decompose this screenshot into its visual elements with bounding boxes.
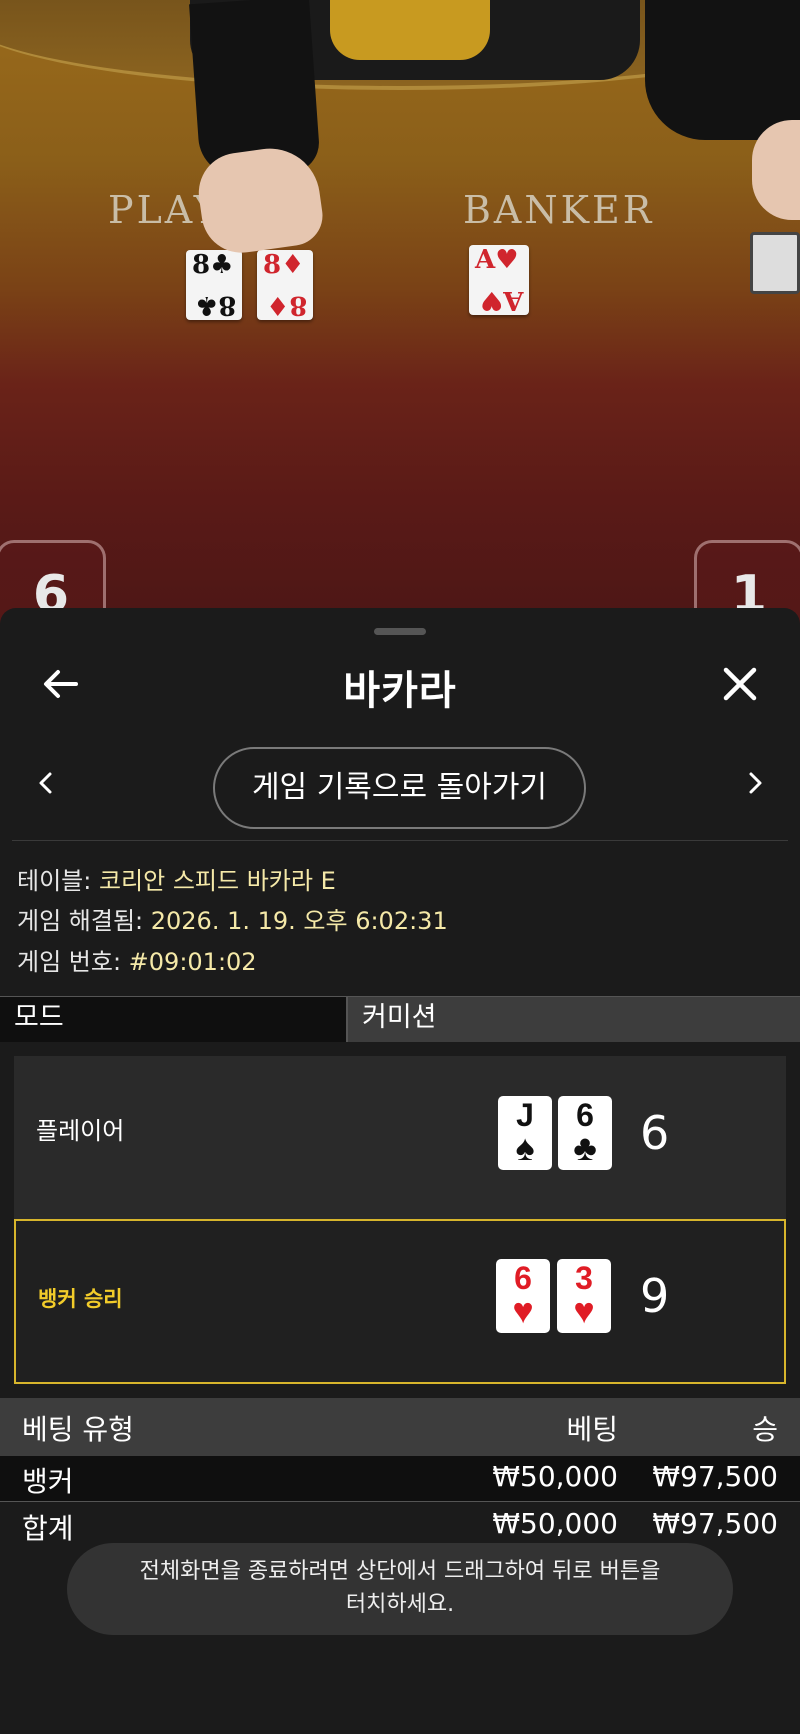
game-number-label: 게임 번호:	[17, 948, 129, 976]
game-number-value: #09:01:02	[128, 948, 257, 976]
banker-card-1: 6 ♥	[496, 1259, 550, 1333]
previous-game-button[interactable]	[25, 758, 65, 808]
back-to-history-button[interactable]: 게임 기록으로 돌아가기	[213, 747, 586, 829]
fullscreen-exit-toast: 전체화면을 종료하려면 상단에서 드래그하여 뒤로 버튼을 터치하세요.	[67, 1543, 733, 1635]
close-button[interactable]	[710, 654, 770, 714]
banker-card-2: 3 ♥	[557, 1259, 611, 1333]
table-banker-label: BANKER	[463, 188, 655, 232]
divider	[12, 840, 788, 841]
player-result-label: 플레이어	[36, 1117, 125, 1145]
card-shoe	[750, 232, 800, 294]
mode-label: 모드	[0, 997, 348, 1042]
sheet-title: 바카라	[343, 668, 457, 714]
mode-row: 모드 커미션	[0, 996, 800, 1042]
live-player-card-2: 8♦ 8♦	[257, 250, 313, 320]
total-label: 합계	[22, 1512, 74, 1545]
table-row: 뱅커 ₩50,000 ₩97,500	[0, 1456, 800, 1502]
bet-row-amount: ₩50,000	[492, 1460, 618, 1493]
chevron-right-icon	[749, 772, 762, 794]
mode-value: 커미션	[348, 997, 800, 1042]
banker-result: 뱅커 승리 6 ♥ 3 ♥ 9	[14, 1219, 786, 1384]
toast-line-1: 전체화면을 종료하려면 상단에서 드래그하여 뒤로 버튼을	[139, 1559, 661, 1584]
resolved-info: 게임 해결됨: 2026. 1. 19. 오후 6:02:31	[17, 901, 448, 936]
player-card-1: J ♠	[498, 1096, 552, 1170]
chevron-left-icon	[39, 772, 52, 794]
table-info-value: 코리안 스피드 바카라 E	[98, 867, 336, 895]
resolved-info-label: 게임 해결됨:	[17, 907, 151, 935]
resolved-info-value: 2026. 1. 19. 오후 6:02:31	[150, 907, 448, 935]
sheet-grabber[interactable]	[374, 628, 426, 635]
next-game-button[interactable]	[736, 758, 776, 808]
total-bet: ₩50,000	[492, 1507, 618, 1540]
header-bet: 베팅	[566, 1413, 618, 1446]
player-card-2: 6 ♣	[558, 1096, 612, 1170]
table-info: 테이블: 코리안 스피드 바카라 E	[17, 861, 336, 896]
bet-row-win: ₩97,500	[652, 1460, 778, 1493]
dealer-vest	[330, 0, 490, 60]
player-result: 플레이어 J ♠ 6 ♣ 6	[14, 1056, 786, 1221]
banker-result-label: 뱅커 승리	[38, 1287, 123, 1311]
dealer-hand-right	[752, 120, 800, 220]
game-number-info: 게임 번호: #09:01:02	[17, 942, 257, 977]
toast-line-2: 터치하세요.	[345, 1592, 455, 1617]
live-banker-card-1: A♥ A♥	[469, 245, 529, 315]
bet-row-type: 뱅커	[22, 1465, 74, 1498]
header-win: 승	[752, 1413, 778, 1446]
banker-result-score: 9	[640, 1269, 670, 1323]
game-history-sheet: 바카라 게임 기록으로 돌아가기 테이블: 코리안 스피드 바카라 E 게임 해…	[0, 608, 800, 1734]
dealer-arm-right	[645, 0, 800, 140]
table-info-label: 테이블:	[17, 867, 99, 895]
total-win: ₩97,500	[652, 1507, 778, 1540]
live-video: PLAYER BANKER 8♣ 8♣ 8♦ 8♦ A♥ A♥ 6 1	[0, 0, 800, 640]
close-icon	[723, 667, 757, 701]
player-result-score: 6	[640, 1106, 670, 1160]
live-player-card-1: 8♣ 8♣	[186, 250, 242, 320]
header-bet-type: 베팅 유형	[22, 1413, 134, 1446]
bets-table-header: 베팅 유형 베팅 승	[0, 1398, 800, 1456]
